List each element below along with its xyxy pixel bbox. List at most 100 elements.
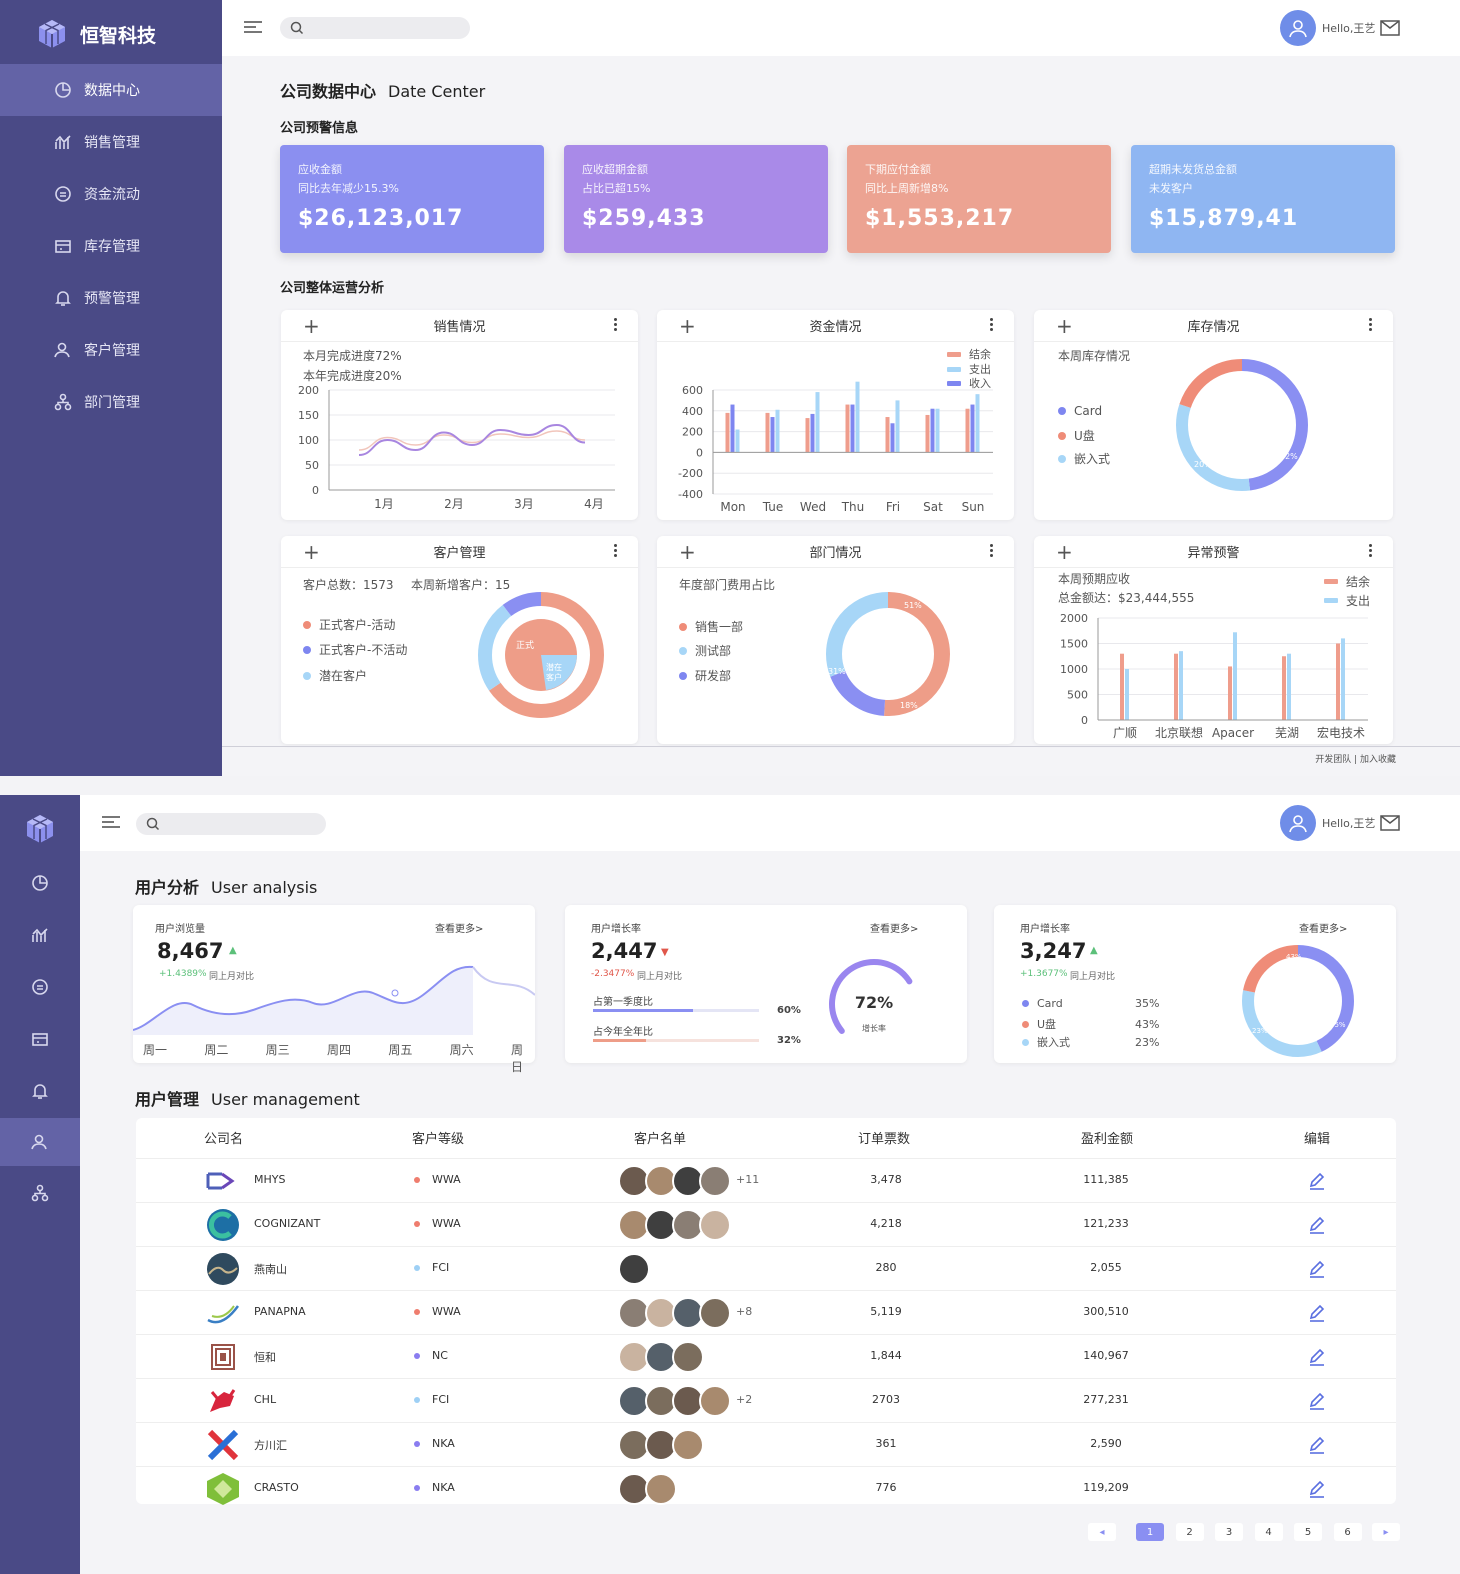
sidebar-item-data-center[interactable] xyxy=(0,859,80,907)
column-header[interactable]: 客户等级 xyxy=(412,1128,464,1147)
column-header[interactable]: 客户名单 xyxy=(634,1128,686,1147)
search-input[interactable] xyxy=(136,813,326,835)
card-stock: + 库存情况 本周库存情况 Card U盘 嵌入式 48% 20% 32% xyxy=(1034,310,1393,520)
trend-icon xyxy=(55,135,71,149)
table-row[interactable]: CRASTO NKA 776 119,209 xyxy=(136,1466,1396,1510)
edit-icon[interactable] xyxy=(1307,1215,1327,1235)
edit-icon[interactable] xyxy=(1307,1259,1327,1279)
sidebar-item-customers[interactable] xyxy=(0,1118,80,1166)
kpi-card-payable[interactable]: 下期应付金额 同比上周新增8% $1,553,217 xyxy=(847,145,1111,253)
sidebar-item-alerts[interactable] xyxy=(0,1067,80,1115)
sidebar-item-sales[interactable]: 销售管理 xyxy=(0,116,222,168)
table-row[interactable]: CHL FCI +2 2703 277,231 xyxy=(136,1378,1396,1422)
sidebar-item-departments[interactable] xyxy=(0,1169,80,1217)
plus-icon[interactable]: + xyxy=(303,314,320,338)
avatar-overflow-count[interactable]: +2 xyxy=(736,1393,752,1406)
view-more-link[interactable]: 查看更多> xyxy=(435,920,483,935)
bar-支出 xyxy=(895,400,900,453)
bar-结余 xyxy=(845,404,850,453)
page-button[interactable]: 1 xyxy=(1136,1523,1164,1541)
customer-avatar[interactable] xyxy=(618,1253,650,1285)
sidebar-item-sales[interactable] xyxy=(0,911,80,959)
mail-icon[interactable] xyxy=(1380,20,1400,40)
page-button[interactable]: 5 xyxy=(1294,1523,1322,1541)
sidebar-item-inventory[interactable] xyxy=(0,1015,80,1063)
avatar-overflow-count[interactable]: +11 xyxy=(736,1173,759,1186)
customer-avatar[interactable] xyxy=(699,1209,731,1241)
search-input[interactable] xyxy=(280,17,470,39)
edit-icon[interactable] xyxy=(1307,1303,1327,1323)
sidebar-item-alerts[interactable]: 预警管理 xyxy=(0,272,222,324)
company-name: 方川汇 xyxy=(254,1439,287,1452)
user-menu[interactable]: Hello,王艺 xyxy=(1280,10,1375,46)
page-button[interactable]: 6 xyxy=(1333,1523,1362,1541)
column-header[interactable]: 编辑 xyxy=(1304,1128,1330,1147)
user-menu[interactable]: Hello,王艺 xyxy=(1280,805,1375,841)
order-count: 361 xyxy=(875,1437,897,1450)
column-header[interactable]: 盈利金额 xyxy=(1081,1128,1133,1147)
menu-toggle-icon[interactable] xyxy=(102,816,120,830)
legend-item: 结余 xyxy=(1324,573,1370,590)
customer-avatar[interactable] xyxy=(645,1473,677,1505)
sidebar-item-inventory[interactable]: 库存管理 xyxy=(0,220,222,272)
kpi-card-undelivered[interactable]: 超期未发货总金额 未发客户 $15,879,41 xyxy=(1131,145,1395,253)
plus-icon[interactable]: + xyxy=(679,314,696,338)
sidebar-item-customers[interactable]: 客户管理 xyxy=(0,324,222,376)
table-row[interactable]: PANAPNA WWA +8 5,119 300,510 xyxy=(136,1290,1396,1334)
cube-logo-icon[interactable] xyxy=(24,813,56,845)
sidebar-item-data-center[interactable]: 数据中心 xyxy=(0,64,222,116)
table-row[interactable]: 燕南山 FCI 280 2,055 xyxy=(136,1246,1396,1290)
view-more-link[interactable]: 查看更多> xyxy=(1299,920,1347,935)
avatar-overflow-count[interactable]: +8 xyxy=(736,1305,752,1318)
sidebar-item-funds[interactable] xyxy=(0,963,80,1011)
next-page-icon[interactable]: ▸ xyxy=(1372,1523,1400,1541)
plus-icon[interactable]: + xyxy=(1056,540,1073,564)
sidebar-item-departments[interactable]: 部门管理 xyxy=(0,376,222,428)
kpi-card-overdue[interactable]: 应收超期金额 占比已超15% $259,433 xyxy=(564,145,828,253)
more-icon[interactable] xyxy=(990,544,994,559)
bar-收入 xyxy=(770,417,775,453)
column-header[interactable]: 订单票数 xyxy=(858,1128,910,1147)
more-icon[interactable] xyxy=(990,318,994,333)
user-avatar[interactable] xyxy=(1280,805,1316,841)
sidebar-item-funds[interactable]: 资金流动 xyxy=(0,168,222,220)
day-axis: 周一 周二 周三 周四 周五 周六 周日 xyxy=(143,1041,523,1074)
customer-avatar[interactable] xyxy=(672,1429,704,1461)
view-more-link[interactable]: 查看更多> xyxy=(870,920,918,935)
prev-page-icon[interactable]: ◂ xyxy=(1088,1523,1116,1541)
table-row[interactable]: COGNIZANT WWA 4,218 121,233 xyxy=(136,1202,1396,1246)
page-button[interactable]: 2 xyxy=(1175,1523,1204,1541)
table-row[interactable]: 方川汇 NKA 361 2,590 xyxy=(136,1422,1396,1466)
customer-avatar[interactable] xyxy=(699,1297,731,1329)
kpi-card-receivable[interactable]: 应收金额 同比去年减少15.3% $26,123,017 xyxy=(280,145,544,253)
table-row[interactable]: 恒和 NC 1,844 140,967 xyxy=(136,1334,1396,1378)
plus-icon[interactable]: + xyxy=(1056,314,1073,338)
edit-icon[interactable] xyxy=(1307,1347,1327,1367)
plus-icon[interactable]: + xyxy=(679,540,696,564)
dept-subtitle: 年度部门费用占比 xyxy=(679,578,776,592)
edit-icon[interactable] xyxy=(1307,1479,1327,1499)
mail-icon[interactable] xyxy=(1380,815,1400,835)
more-icon[interactable] xyxy=(1369,318,1373,333)
section-title-analysis: 公司整体运营分析 xyxy=(280,281,385,296)
edit-icon[interactable] xyxy=(1307,1435,1327,1455)
more-icon[interactable] xyxy=(614,544,618,559)
plus-icon[interactable]: + xyxy=(303,540,320,564)
table-row[interactable]: MHYS WWA +11 3,478 111,385 xyxy=(136,1158,1396,1202)
company-name: 燕南山 xyxy=(254,1263,287,1276)
menu-toggle-icon[interactable] xyxy=(244,21,262,35)
legend-item: 结余 xyxy=(947,346,991,362)
brand-logo[interactable]: 恒智科技 xyxy=(36,18,156,50)
page-button[interactable]: 4 xyxy=(1254,1523,1283,1541)
footer-links[interactable]: 开发团队 | 加入收藏 xyxy=(1315,752,1396,765)
column-header[interactable]: 公司名 xyxy=(204,1128,243,1147)
customer-avatar[interactable] xyxy=(672,1341,704,1373)
page-button[interactable]: 3 xyxy=(1215,1523,1243,1541)
edit-icon[interactable] xyxy=(1307,1171,1327,1191)
customer-avatar[interactable] xyxy=(699,1385,731,1417)
edit-icon[interactable] xyxy=(1307,1391,1327,1411)
more-icon[interactable] xyxy=(1369,544,1373,559)
customer-avatar[interactable] xyxy=(699,1165,731,1197)
more-icon[interactable] xyxy=(614,318,618,333)
user-avatar[interactable] xyxy=(1280,10,1316,46)
